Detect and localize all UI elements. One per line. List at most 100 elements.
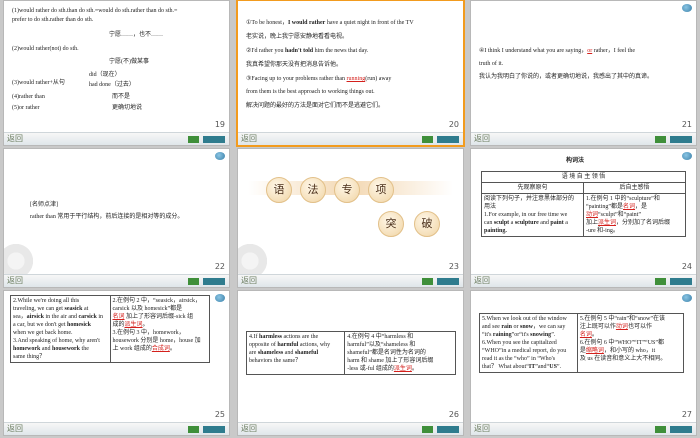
table-header: 先观察原句	[481, 182, 584, 194]
slide-number: 27	[681, 410, 692, 419]
slide-text: ②I'd rather you hadn't told him the news…	[246, 48, 369, 54]
slide-text: truth of it.	[479, 61, 504, 67]
footer-button	[188, 426, 199, 433]
slide-footer: 返回	[4, 274, 229, 287]
slide-footer: 返回	[471, 132, 696, 145]
slide-corner-icon	[215, 152, 225, 160]
slide-footer: 返回	[238, 422, 463, 435]
slide-thumbnail-22[interactable]: [名师点津] rather than 常用于平行结构，前后连接的是相对等的成分。…	[3, 148, 230, 288]
slide-footer: 返回	[4, 422, 229, 435]
slide-corner-icon	[682, 4, 692, 12]
footer-label: 返回	[7, 134, 23, 143]
footer-label: 返回	[474, 424, 490, 433]
example-table: 2.While we're doing all this traveling, …	[10, 295, 210, 363]
slide-text: did（现在）	[89, 72, 121, 78]
slide-text: 我真希望你那天没有把消息告诉他。	[246, 62, 343, 68]
slide-text: prefer to do sth.rather than do sth.	[12, 17, 94, 23]
table-cell: 1.在例句 1 中的“sculpture”和 “painting”都是名词，是 …	[583, 193, 686, 237]
table-header: 后自主感悟	[583, 182, 686, 194]
slide-thumbnail-19[interactable]: (1)would rather do sth.than do sth.=woul…	[3, 0, 230, 146]
slide-footer: 返回	[471, 274, 696, 287]
footer-button	[670, 136, 692, 143]
slide-text: ④I think I understand what you are sayin…	[479, 48, 636, 54]
slide-thumbnail-25[interactable]: 2.While we're doing all this traveling, …	[3, 290, 230, 436]
footer-button	[203, 278, 225, 285]
footer-button	[670, 278, 692, 285]
footer-label: 返回	[474, 134, 490, 143]
slide-footer: 返回	[471, 422, 696, 435]
footer-button	[188, 136, 199, 143]
footer-button	[422, 426, 433, 433]
table-cell: 4.If harmless actions are the opposite o…	[245, 331, 346, 375]
slide-thumbnail-24[interactable]: 构词法 语 境 自 主 领 悟 先观察原句 后自主感悟 阅读下列句子，并注意黑体…	[470, 148, 697, 288]
table-header: 语 境 自 主 领 悟	[481, 171, 686, 183]
table-cell: 4.在例句 4 中“harmless 和 harmful”以及“shameles…	[344, 331, 456, 375]
slide-text: 更确切地说	[112, 105, 143, 111]
title-seal: 项	[368, 177, 394, 203]
slide-number: 21	[681, 120, 692, 129]
footer-button	[670, 426, 692, 433]
slide-text: from them is the best approach to workin…	[246, 89, 375, 95]
footer-button	[422, 136, 433, 143]
table-cell: 2.While we're doing all this traveling, …	[10, 295, 111, 363]
slide-text: 解决问题的最好的方法是面对它们而不是逃避它们。	[246, 103, 385, 109]
table-cell: 5.在例句 5 中“rain”和“snow”在该 注上既可以作动词也可以作 名词…	[576, 313, 685, 373]
example-table: 4.If harmless actions are the opposite o…	[245, 331, 456, 375]
footer-label: 返回	[474, 276, 490, 285]
footer-button	[422, 278, 433, 285]
slide-footer: 返回	[238, 274, 463, 287]
slide-footer: 返回	[238, 132, 463, 145]
slide-text: 我认为我明白了你说的，或者更确切地说，我感出了其中的真谛。	[479, 74, 654, 80]
slide-text: ③Facing up to your problems rather than …	[246, 76, 392, 82]
slide-text: 老实说，晚上我宁愿安静地看看电视。	[246, 34, 349, 40]
slide-corner-icon	[682, 152, 692, 160]
slide-text: ①To be honest，I would rather have a quie…	[246, 20, 414, 26]
slide-text: 宁愿(不)做某事	[109, 59, 149, 65]
slide-corner-icon	[682, 294, 692, 302]
slide-text: (4)rather than	[12, 94, 45, 100]
footer-button	[203, 136, 225, 143]
footer-button	[437, 136, 459, 143]
title-seal: 语	[266, 177, 292, 203]
slide-heading: 构词法	[566, 158, 585, 164]
footer-button	[437, 278, 459, 285]
slide-text: (5)or rather	[12, 105, 40, 111]
title-seal: 法	[300, 177, 326, 203]
slide-number: 23	[448, 262, 459, 271]
footer-button	[655, 136, 666, 143]
slide-text: rather than 常用于平行结构，前后连接的是相对等的成分。	[30, 214, 184, 220]
table-cell: 阅读下列句子，并注意黑体部分的 用法 1.For example, in our…	[481, 193, 584, 237]
title-seal: 专	[334, 177, 360, 203]
footer-button	[655, 278, 666, 285]
footer-label: 返回	[241, 134, 257, 143]
footer-button	[655, 426, 666, 433]
slide-text: (3)would rather+从句	[12, 80, 65, 86]
slide-number: 24	[681, 262, 692, 271]
slide-number: 26	[448, 410, 459, 419]
slide-text: 而不是	[112, 94, 131, 100]
footer-button	[203, 426, 225, 433]
footer-label: 返回	[241, 424, 257, 433]
footer-button	[188, 278, 199, 285]
footer-label: 返回	[241, 276, 257, 285]
slide-thumbnail-21[interactable]: ④I think I understand what you are sayin…	[470, 0, 697, 146]
slide-number: 20	[448, 120, 459, 129]
slide-thumbnail-26[interactable]: 4.If harmless actions are the opposite o…	[237, 290, 464, 436]
slide-text: (2)would rather(not) do sth.	[12, 46, 79, 52]
slide-thumbnail-20[interactable]: ①To be honest，I would rather have a quie…	[236, 0, 465, 147]
slide-thumbnail-27[interactable]: 5.When we look out of the window and see…	[470, 290, 697, 436]
slide-number: 19	[214, 120, 225, 129]
subtitle-seal: 破	[414, 211, 440, 237]
slide-text: 宁愿……，也不……	[109, 32, 164, 38]
table-cell: 5.When we look out of the window and see…	[479, 313, 578, 373]
slide-number: 25	[214, 410, 225, 419]
slide-text: (1)would rather do sth.than do sth.=woul…	[12, 8, 178, 14]
slide-text: [名师点津]	[30, 202, 58, 208]
example-table: 5.When we look out of the window and see…	[479, 313, 685, 373]
slide-thumbnail-23[interactable]: 语 法 专 项 突 破 23 返回	[237, 148, 464, 288]
footer-button	[437, 426, 459, 433]
slide-corner-icon	[215, 294, 225, 302]
table-cell: 2.在例句 2 中，“seasick，airsick， carsick 以及 h…	[109, 295, 210, 363]
slide-footer: 返回	[4, 132, 229, 145]
vocab-table: 语 境 自 主 领 悟 先观察原句 后自主感悟 阅读下列句子，并注意黑体部分的 …	[481, 171, 686, 237]
